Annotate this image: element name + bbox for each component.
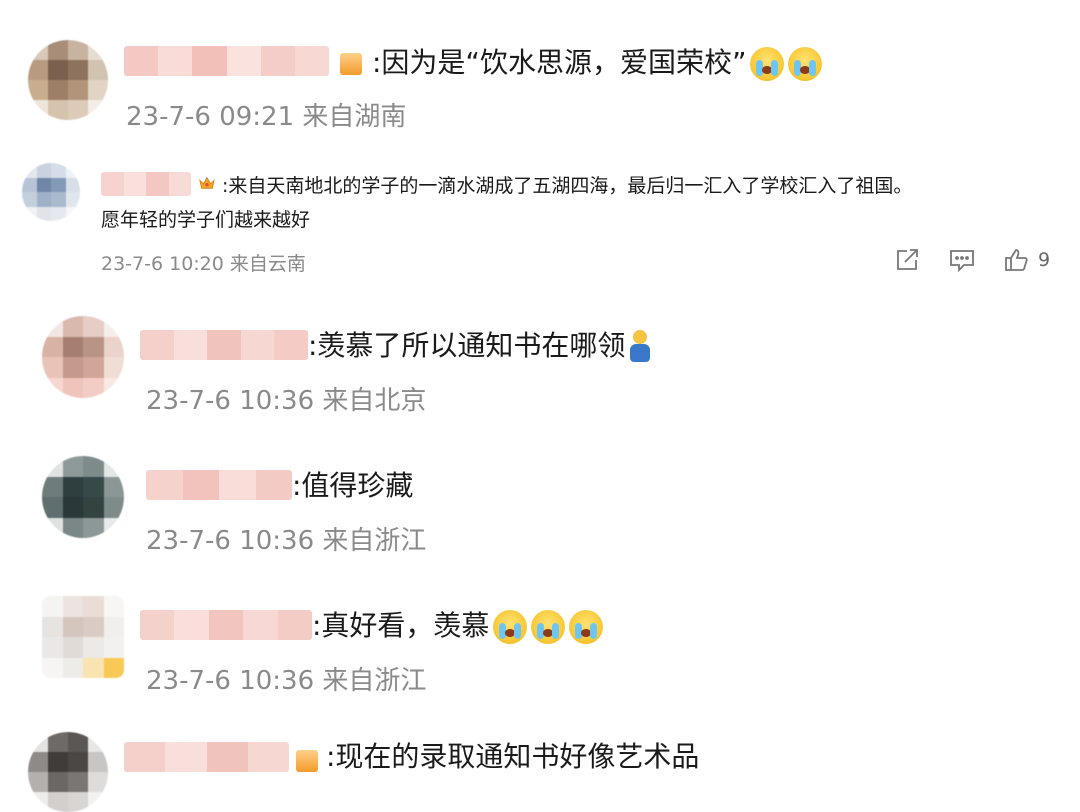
comment-text: :现在的录取通知书好像艺术品 — [326, 740, 700, 773]
username-blurred[interactable] — [146, 470, 292, 500]
comment-text: :来自天南地北的学子的一滴水湖成了五湖四海，最后归一汇入了学校汇入了祖国。 — [222, 175, 913, 197]
username-blurred[interactable] — [124, 742, 289, 772]
username-blurred[interactable] — [124, 46, 329, 76]
username-blurred[interactable] — [101, 172, 191, 196]
comment-text: :因为是“饮水思源，爱国荣校” — [372, 44, 823, 82]
avatar[interactable] — [42, 316, 124, 398]
crown-icon — [199, 176, 215, 189]
like-icon[interactable] — [1003, 247, 1029, 273]
share-icon[interactable] — [895, 248, 921, 272]
comment-meta: 23-7-6 09:21 来自湖南 — [126, 102, 407, 132]
username-blurred[interactable] — [140, 330, 308, 360]
comment-text: :真好看，羡慕 — [312, 607, 604, 645]
member-badge — [340, 53, 362, 75]
comment-text-continued: 愿年轻的学子们越来越好 — [101, 209, 311, 231]
comment-meta: 23-7-6 10:20 来自云南 — [101, 253, 306, 275]
comment-icon[interactable] — [948, 248, 976, 272]
username-blurred[interactable] — [140, 610, 312, 640]
crying-emoji-icon — [788, 47, 823, 81]
comment-text: :羡慕了所以通知书在哪领 — [308, 327, 653, 365]
avatar[interactable] — [42, 456, 124, 538]
crying-emoji-icon — [569, 610, 604, 644]
comment-meta: 23-7-6 10:36 来自北京 — [146, 386, 427, 416]
avatar[interactable] — [22, 163, 80, 221]
comment-meta: 23-7-6 10:36 来自浙江 — [146, 526, 427, 556]
crying-emoji-icon — [750, 47, 785, 81]
crying-emoji-icon — [493, 610, 528, 644]
like-count: 9 — [1038, 249, 1051, 271]
avatar[interactable] — [28, 40, 108, 120]
comment-text: :值得珍藏 — [292, 469, 414, 502]
avatar[interactable] — [28, 732, 108, 812]
member-badge — [296, 750, 318, 772]
avatar[interactable] — [42, 596, 124, 678]
comment-meta: 23-7-6 10:36 来自浙江 — [146, 666, 427, 696]
crying-emoji-icon — [531, 610, 566, 644]
kneeling-emoji-icon — [627, 330, 653, 364]
